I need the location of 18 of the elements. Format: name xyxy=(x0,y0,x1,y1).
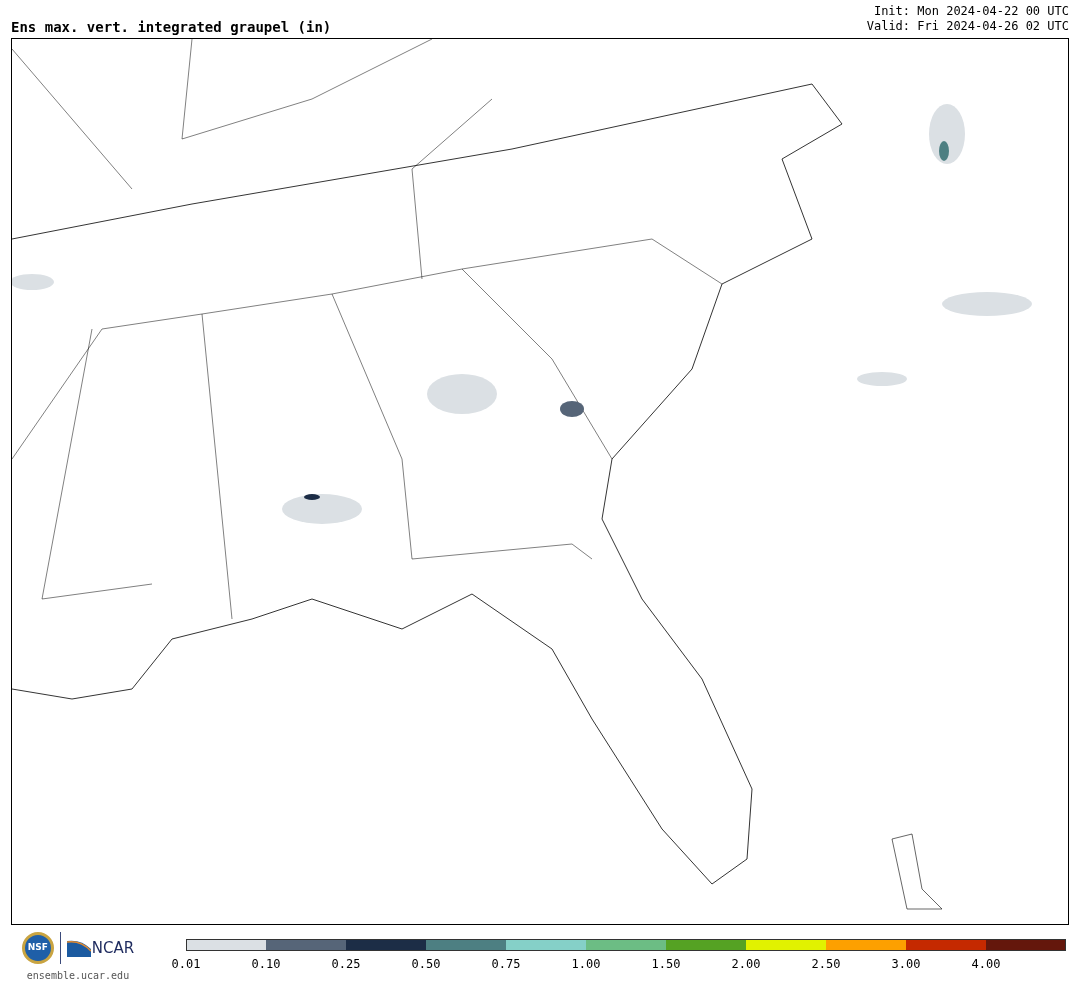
init-time: Init: Mon 2024-04-22 00 UTC xyxy=(873,4,1069,19)
legend-label: 0.75 xyxy=(491,958,521,970)
valid-time: Valid: Fri 2024-04-26 02 UTC xyxy=(866,19,1069,34)
legend-label: 0.10 xyxy=(251,958,281,970)
legend-label: 1.50 xyxy=(651,958,681,970)
legend-label: 2.00 xyxy=(731,958,761,970)
legend-label: 0.01 xyxy=(171,958,201,970)
ncar-logo-text: NCAR xyxy=(91,940,135,956)
legend-label: 2.50 xyxy=(811,958,841,970)
chart-title: Ens max. vert. integrated graupel (in) xyxy=(11,20,332,34)
ncar-swoosh-icon xyxy=(66,939,91,957)
site-url: ensemble.ucar.edu xyxy=(26,969,130,983)
legend-label: 0.25 xyxy=(331,958,361,970)
legend-label: 1.00 xyxy=(571,958,601,970)
legend-label: 4.00 xyxy=(971,958,1001,970)
legend-label: 0.50 xyxy=(411,958,441,970)
nsf-logo: NSF xyxy=(21,932,54,964)
legend-label: 3.00 xyxy=(891,958,921,970)
